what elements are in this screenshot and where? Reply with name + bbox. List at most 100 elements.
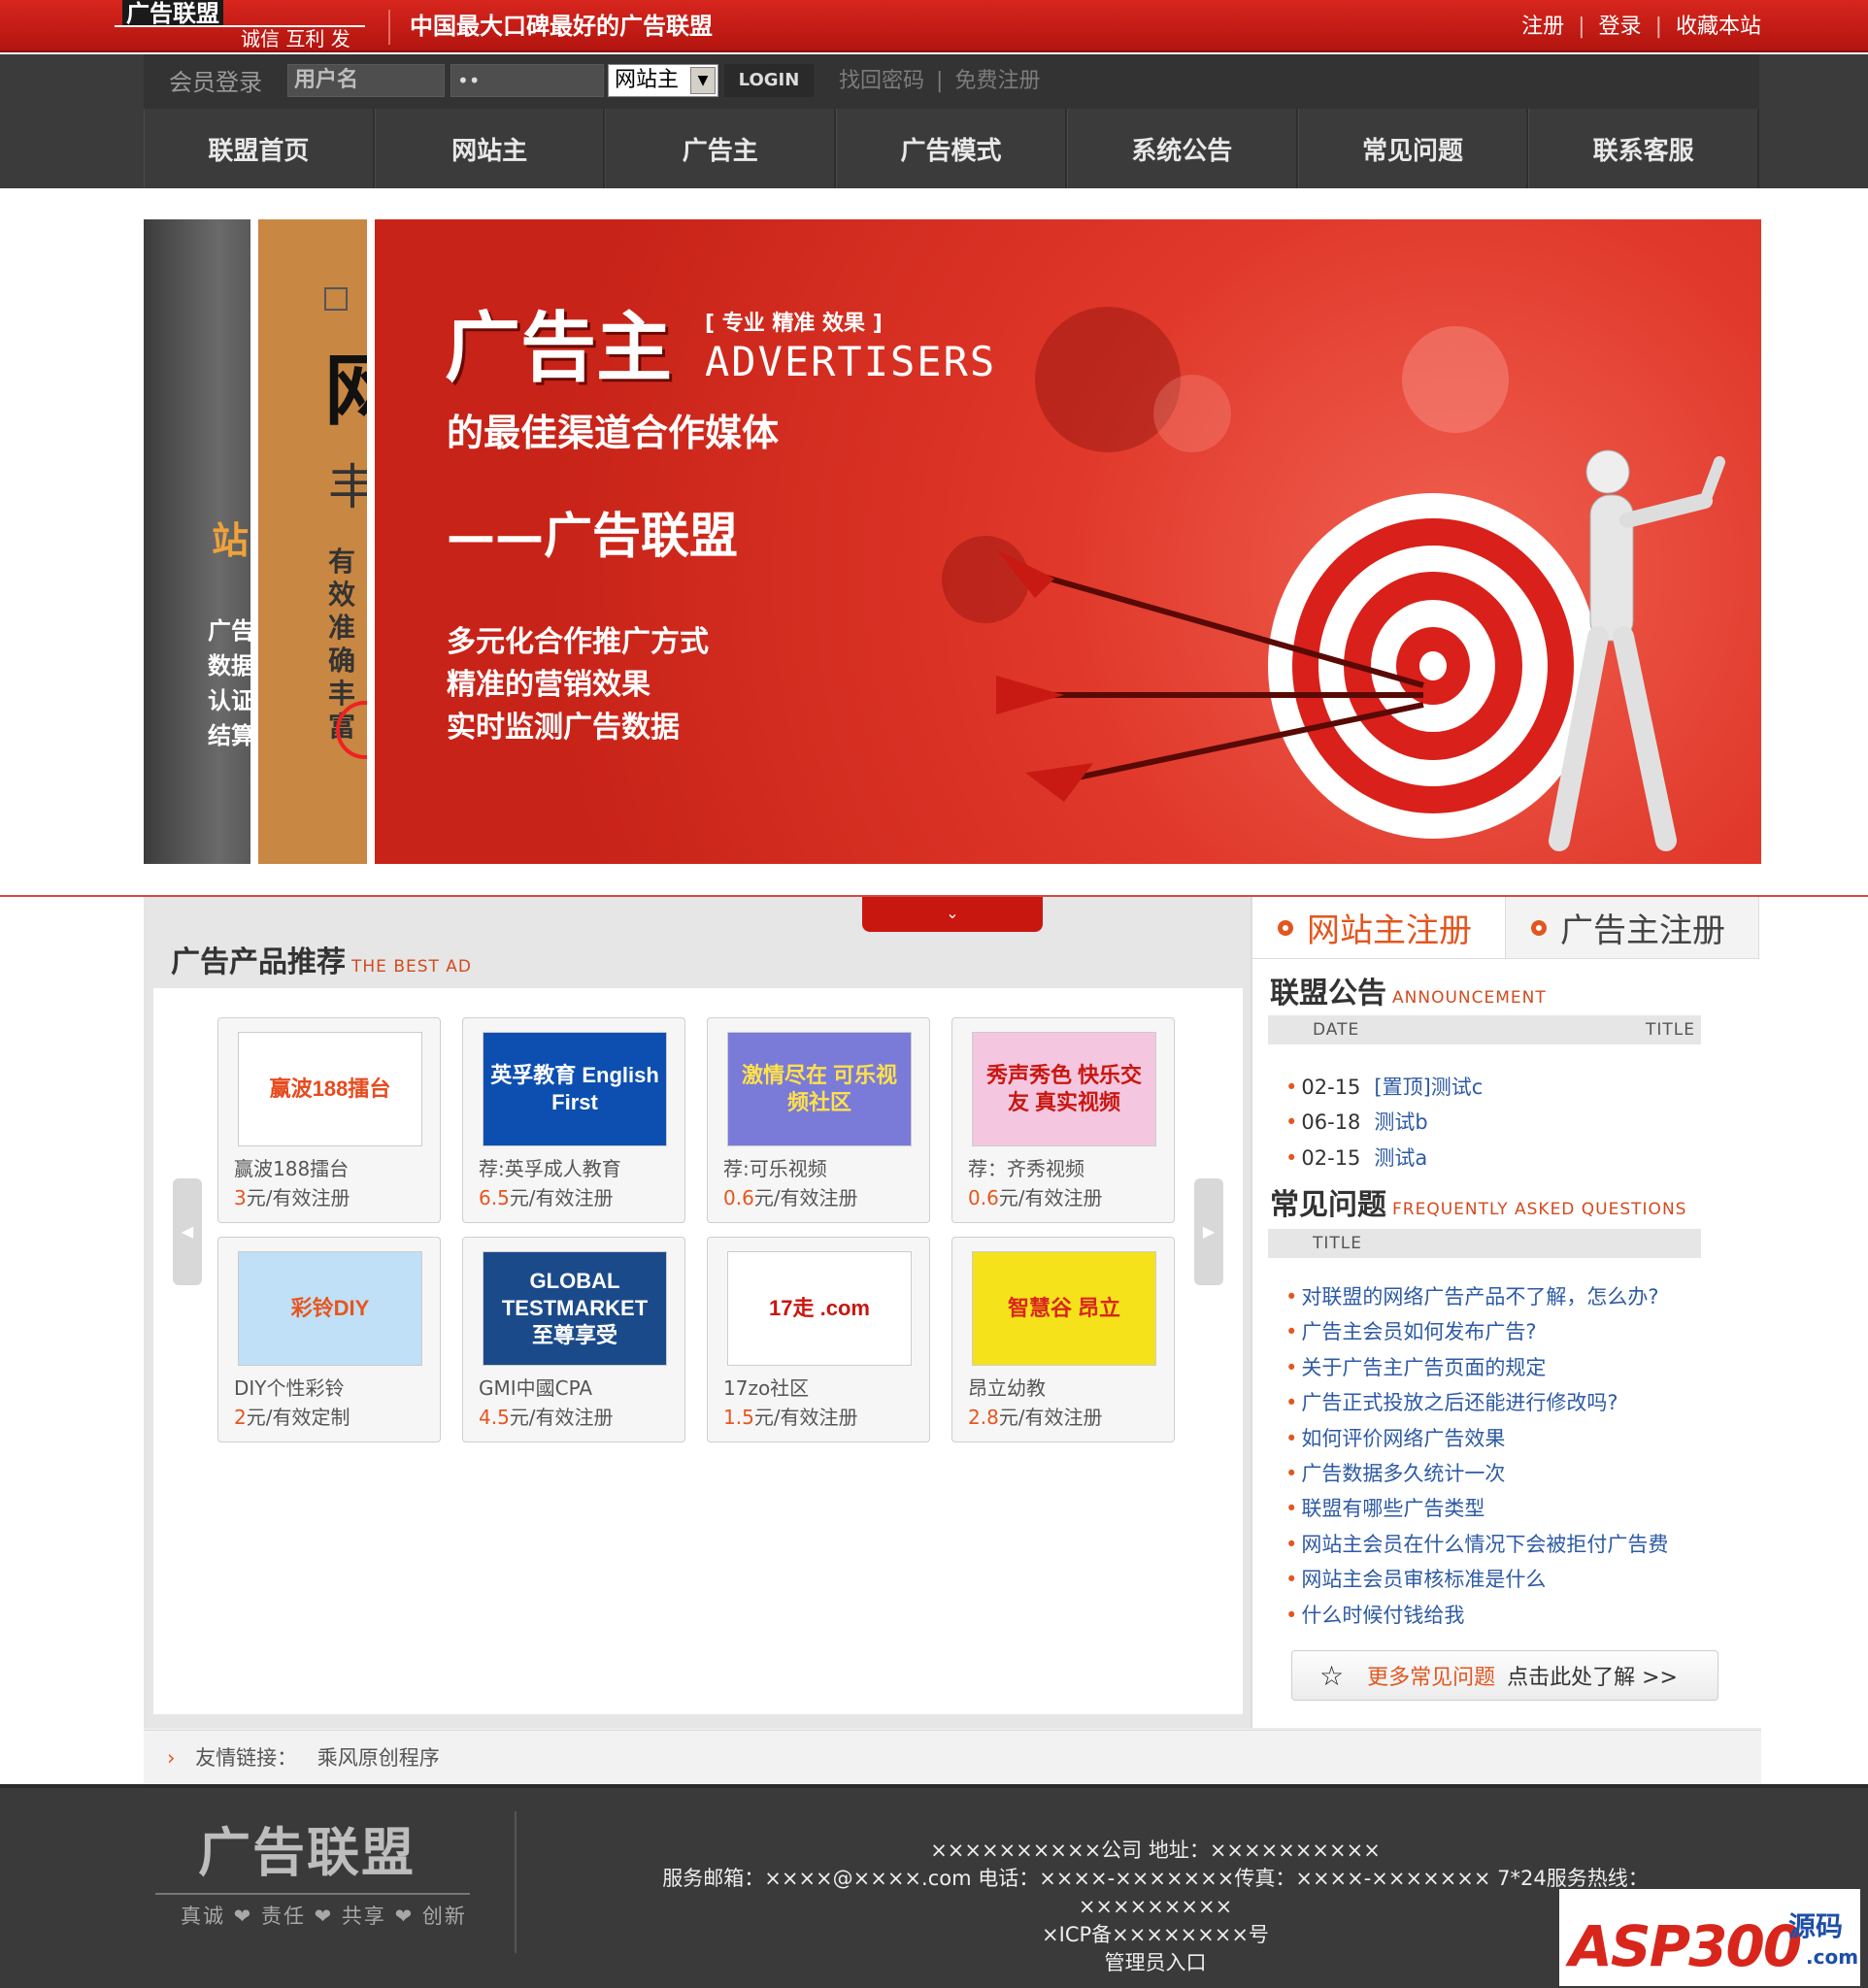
banner-tag: [ 专业 精准 效果 ] [705,312,883,336]
product-thumbnail[interactable]: 17走 .com [727,1251,912,1366]
footer-logo-rule [155,1893,470,1895]
faq-item[interactable]: 联盟有哪些广告类型 [1285,1491,1668,1526]
product-name[interactable]: 昂立幼教 [968,1375,1046,1401]
product-name[interactable]: 赢波188擂台 [234,1156,349,1181]
announcement-link[interactable]: 测试b [1374,1110,1427,1134]
banner-slide-network[interactable]: 网 丰 有效准确丰富 [258,219,367,864]
register-link[interactable]: 注册 [1521,14,1564,41]
product-thumbnail[interactable]: 赢波188擂台 [238,1032,422,1146]
announcement-link[interactable]: [置顶]测试c [1374,1076,1483,1099]
announcement-link[interactable]: 测试a [1374,1146,1427,1170]
thumbnail-text: 彩铃DIY [290,1296,370,1320]
announcement-date: 02-15 [1301,1076,1361,1099]
faq-item[interactable]: 广告主会员如何发布广告? [1285,1314,1668,1349]
announcement-item[interactable]: 06-18 测试b [1285,1105,1483,1140]
site-logo[interactable]: 广告联盟 诚信 互利 发展 [115,0,365,74]
banner-slide-advertiser[interactable]: 广告主 [ 专业 精准 效果 ] ADVERTISERS 的最佳渠道合作媒体 —… [375,219,1761,864]
product-name[interactable]: DIY个性彩铃 [234,1375,345,1401]
nav-item-contact[interactable]: 联系客服 [1528,109,1760,188]
product-name[interactable]: GMI中國CPA [479,1375,592,1401]
nav-item-ad-modes[interactable]: 广告模式 [836,109,1067,188]
product-price: 2.8元/有效注册 [968,1405,1103,1430]
product-name[interactable]: 荐:可乐视频 [723,1156,827,1181]
announcement-title-cn: 联盟公告 [1270,977,1386,1011]
announcement-item[interactable]: 02-15 测试a [1285,1141,1483,1176]
faq-title: 常见问题 FREQUENTLY ASKED QUESTIONS [1270,1186,1686,1229]
login-link[interactable]: 登录 [1599,14,1642,41]
banner-slide-webmaster[interactable]: 站 广告数据认证结算 [144,219,250,864]
product-price: 0.6元/有效注册 [723,1185,858,1210]
tab-label: 广告主注册 [1560,911,1725,950]
product-thumbnail[interactable]: 激情尽在 可乐视频社区 [727,1032,912,1146]
banner-title: 广告主 [445,305,673,392]
price-unit: 元/有效注册 [509,1186,614,1209]
faq-item[interactable]: 广告正式投放之后还能进行修改吗? [1285,1385,1668,1420]
product-card[interactable]: 赢波188擂台 赢波188擂台 3元/有效注册 [217,1017,441,1223]
username-input[interactable]: 用户名 [287,64,445,97]
faq-list: 对联盟的网络广告产品不了解，怎么办? 广告主会员如何发布广告? 关于广告主广告页… [1285,1279,1668,1633]
prev-arrow-icon[interactable]: ◀ [173,1178,202,1285]
footer-divider [515,1811,517,1953]
role-select[interactable]: 网站主 ▼ [608,64,718,97]
product-name[interactable]: 荐：齐秀视频 [968,1156,1084,1181]
product-card[interactable]: 秀声秀色 快乐交友 真实视频 荐：齐秀视频 0.6元/有效注册 [951,1017,1175,1223]
nav-item-announcements[interactable]: 系统公告 [1066,109,1298,188]
product-card[interactable]: 激情尽在 可乐视频社区荐:可乐视频 0.6元/有效注册 [707,1017,930,1223]
faq-item[interactable]: 对联盟的网络广告产品不了解，怎么办? [1285,1279,1668,1314]
announcement-date: 02-15 [1301,1145,1361,1170]
banner-toggle-tab[interactable]: ⌄ [862,897,1043,932]
next-arrow-icon[interactable]: ▶ [1194,1178,1223,1285]
link-separator: | [1654,15,1662,39]
register-tabs: 网站主注册 广告主注册 [1252,897,1759,959]
faq-table-header: TITLE [1268,1229,1701,1258]
tab-advertiser-register[interactable]: 广告主注册 [1506,897,1759,958]
faq-item[interactable]: 关于广告主广告页面的规定 [1285,1350,1668,1385]
product-thumbnail[interactable]: 秀声秀色 快乐交友 真实视频 [972,1032,1156,1146]
top-links: 注册 | 登录 | 收藏本站 [1521,14,1761,41]
forgot-password-link[interactable]: 找回密码 [839,68,924,95]
price-value: 2.8 [968,1406,999,1429]
nav-item-home[interactable]: 联盟首页 [144,109,375,188]
product-thumbnail[interactable]: 智慧谷 昂立 [972,1251,1156,1366]
announcement-title: 联盟公告 ANNOUNCEMENT [1270,975,1547,1017]
product-card[interactable]: 17走 .com 17zo社区 1.5元/有效注册 [707,1237,930,1442]
bookmark-link[interactable]: 收藏本站 [1676,14,1761,41]
more-faq-button[interactable]: ☆ 更多常见问题 点击此处了解 >> [1291,1650,1718,1701]
price-value: 0.6 [723,1186,754,1209]
faq-item[interactable]: 什么时候付钱给我 [1285,1598,1668,1633]
free-register-link[interactable]: 免费注册 [954,68,1040,95]
slide-subtitle: 丰 [328,459,367,515]
price-value: 1.5 [723,1406,754,1429]
products-title-en: THE BEST AD [351,957,473,977]
product-card[interactable]: 英孚教育 English First 荐:英孚成人教育 6.5元/有效注册 [462,1017,685,1223]
product-name[interactable]: 17zo社区 [723,1375,809,1401]
tab-webmaster-register[interactable]: 网站主注册 [1252,897,1506,958]
login-button[interactable]: LOGIN [724,64,814,97]
product-card[interactable]: GLOBAL TESTMARKET 至尊享受 GMI中國CPA 4.5元/有效注册 [462,1237,685,1442]
col-title: TITLE [1646,1020,1695,1040]
product-card[interactable]: 彩铃DIY DIY个性彩铃 2元/有效定制 [217,1237,441,1442]
nav-item-advertiser[interactable]: 广告主 [605,109,837,188]
faq-item[interactable]: 广告数据多久统计一次 [1285,1456,1668,1491]
product-price: 1.5元/有效注册 [723,1405,858,1430]
product-card[interactable]: 智慧谷 昂立昂立幼教 2.8元/有效注册 [951,1237,1175,1442]
faq-item[interactable]: 网站主会员审核标准是什么 [1285,1562,1668,1597]
friend-links-bar: › 友情链接： 乘风原创程序 [144,1730,1761,1784]
nav-item-faq[interactable]: 常见问题 [1297,109,1529,188]
friend-link[interactable]: 乘风原创程序 [317,1746,440,1770]
price-unit: 元/有效注册 [998,1186,1103,1209]
site-slogan: 中国最大口碑最好的广告联盟 [410,13,713,40]
password-input[interactable]: •• [450,64,604,97]
watermark-cn: 源码 [1788,1910,1844,1942]
faq-item[interactable]: 网站主会员在什么情况下会被拒付广告费 [1285,1527,1668,1562]
chevron-down-icon[interactable]: ▼ [690,67,716,94]
price-unit: 元/有效定制 [246,1406,350,1429]
announcement-date: 06-18 [1301,1110,1361,1135]
faq-item[interactable]: 如何评价网络广告效果 [1285,1421,1668,1456]
product-thumbnail[interactable]: GLOBAL TESTMARKET 至尊享受 [483,1251,667,1366]
product-thumbnail[interactable]: 英孚教育 English First [483,1032,667,1146]
announcement-item[interactable]: 02-15 [置顶]测试c [1285,1070,1483,1105]
product-name[interactable]: 荐:英孚成人教育 [479,1156,621,1181]
nav-item-webmaster[interactable]: 网站主 [374,109,606,188]
product-thumbnail[interactable]: 彩铃DIY [238,1251,422,1366]
